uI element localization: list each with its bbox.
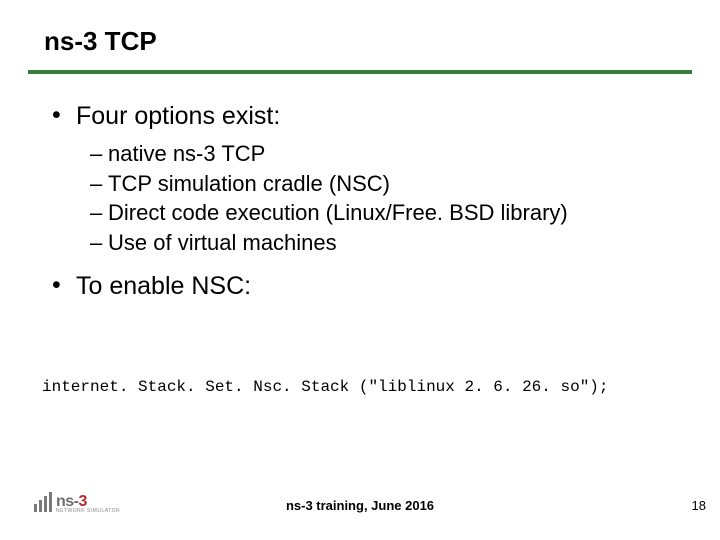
bullet-list: Four options exist: native ns-3 TCP TCP … bbox=[52, 102, 672, 301]
slide-body: Four options exist: native ns-3 TCP TCP … bbox=[52, 102, 672, 307]
bullet-label: To enable NSC: bbox=[76, 272, 251, 300]
sub-bullet-item: native ns-3 TCP bbox=[90, 139, 672, 169]
sub-bullet-item: Use of virtual machines bbox=[90, 228, 672, 258]
bullet-item: Four options exist: native ns-3 TCP TCP … bbox=[52, 102, 672, 258]
bullet-item: To enable NSC: bbox=[52, 272, 672, 301]
sub-bullet-label: TCP simulation cradle (NSC) bbox=[108, 171, 390, 196]
sub-bullet-item: Direct code execution (Linux/Free. BSD l… bbox=[90, 198, 672, 228]
bullet-label: Four options exist: bbox=[76, 102, 280, 130]
footer-text: ns-3 training, June 2016 bbox=[0, 498, 720, 513]
slide: ns-3 TCP Four options exist: native ns-3… bbox=[0, 0, 720, 540]
sub-bullet-label: native ns-3 TCP bbox=[108, 141, 265, 166]
code-line: internet. Stack. Set. Nsc. Stack ("libli… bbox=[42, 378, 609, 396]
page-number: 18 bbox=[692, 498, 706, 513]
title-rule bbox=[28, 70, 692, 74]
slide-title: ns-3 TCP bbox=[44, 26, 157, 57]
sub-bullet-item: TCP simulation cradle (NSC) bbox=[90, 169, 672, 199]
sub-bullet-list: native ns-3 TCP TCP simulation cradle (N… bbox=[90, 139, 672, 258]
sub-bullet-label: Use of virtual machines bbox=[108, 230, 337, 255]
sub-bullet-label: Direct code execution (Linux/Free. BSD l… bbox=[108, 200, 568, 225]
